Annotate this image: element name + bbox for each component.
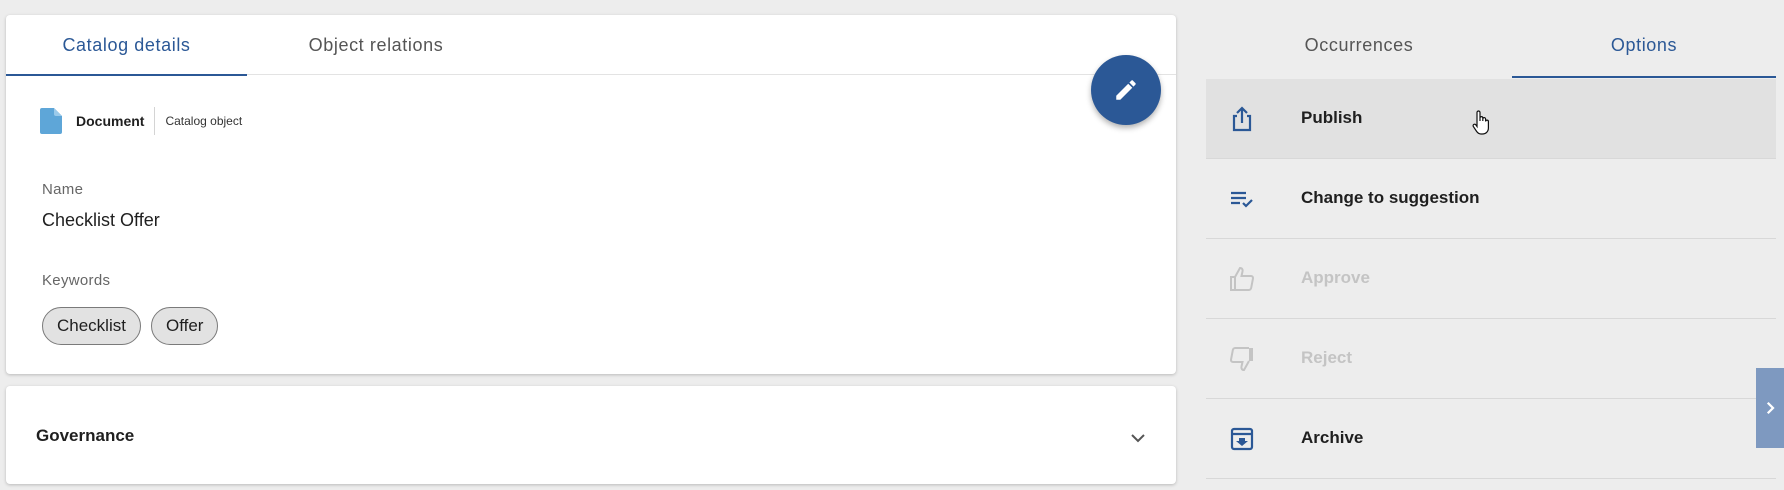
option-publish[interactable]: Publish — [1206, 79, 1776, 159]
chevron-down-icon[interactable] — [1126, 426, 1150, 450]
catalog-details-card: Catalog details Object relations Documen… — [6, 15, 1176, 374]
option-label: Archive — [1301, 428, 1364, 447]
governance-title: Governance — [36, 426, 135, 445]
option-change-to-suggestion[interactable]: Change to suggestion — [1206, 159, 1776, 239]
governance-panel[interactable]: Governance — [6, 386, 1176, 484]
option-archive[interactable]: Archive — [1206, 399, 1776, 479]
archive-icon — [1230, 427, 1254, 451]
tab-occurrences[interactable]: Occurrences — [1206, 15, 1512, 78]
option-label: Publish — [1301, 108, 1363, 127]
name-label: Name — [42, 181, 84, 198]
object-type-label: Document — [76, 113, 145, 129]
side-panel-toggle[interactable] — [1756, 368, 1784, 448]
name-value: Checklist Offer — [42, 210, 160, 230]
keyword-chip[interactable]: Checklist — [42, 307, 141, 345]
type-divider — [154, 107, 156, 135]
object-type-row: Document Catalog object — [40, 107, 242, 135]
options-list: Publish Change to suggestion Approve Rej… — [1206, 79, 1776, 479]
document-icon — [40, 108, 62, 134]
right-tab-bar: Occurrences Options — [1206, 15, 1776, 78]
edit-button[interactable] — [1091, 55, 1161, 125]
left-tab-bar: Catalog details Object relations — [6, 15, 1176, 76]
hand-cursor-icon — [1472, 110, 1489, 135]
thumb-up-icon — [1230, 266, 1254, 292]
page: Catalog details Object relations Documen… — [0, 0, 1784, 490]
tab-options[interactable]: Options — [1512, 15, 1776, 78]
playlist-check-icon — [1231, 191, 1253, 208]
option-approve: Approve — [1206, 239, 1776, 319]
keyword-chips: Checklist Offer — [42, 307, 219, 345]
pencil-icon — [1116, 80, 1136, 100]
option-label: Change to suggestion — [1301, 188, 1480, 207]
thumb-down-icon — [1230, 346, 1253, 372]
chevron-right-icon — [1766, 401, 1775, 415]
keywords-label: Keywords — [42, 272, 111, 289]
keyword-chip[interactable]: Offer — [150, 307, 219, 345]
tab-catalog-details[interactable]: Catalog details — [6, 15, 247, 76]
option-label: Reject — [1301, 348, 1353, 367]
option-reject: Reject — [1206, 319, 1776, 399]
tab-object-relations[interactable]: Object relations — [266, 15, 486, 75]
object-type-sub: Catalog object — [165, 114, 243, 128]
publish-icon — [1232, 106, 1252, 132]
option-label: Approve — [1301, 268, 1370, 287]
